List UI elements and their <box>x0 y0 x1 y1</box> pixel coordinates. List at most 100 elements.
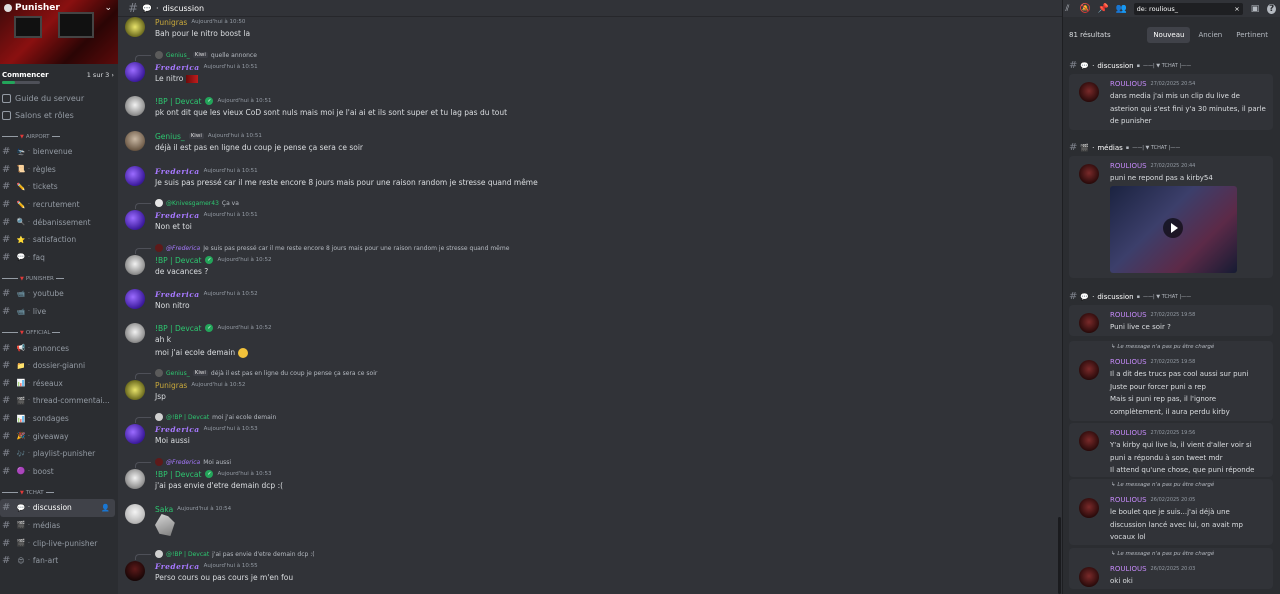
channel-débanissement[interactable]: # 🔍 · débanissement <box>0 213 118 231</box>
channel-rgles[interactable]: # 📜 · règles <box>0 161 118 179</box>
avatar[interactable] <box>125 289 145 309</box>
threads-icon[interactable]: ⫽ <box>1063 4 1072 14</box>
channel-thread-commentai[interactable]: # 🎬 · thread-commentai... <box>0 392 118 410</box>
avatar[interactable] <box>1079 360 1099 380</box>
author-name[interactable]: Genius_ <box>155 132 185 141</box>
search-result[interactable]: ↳ Le message n'a pas pu être chargé ROULI… <box>1069 479 1273 545</box>
channel-youtube[interactable]: # 📹 · youtube <box>0 285 118 303</box>
channel-dossier-gianni[interactable]: # 📁 · dossier-gianni <box>0 357 118 375</box>
reply-preview[interactable]: @Frederica Je suis pas pressé car il me r… <box>135 244 509 254</box>
avatar[interactable] <box>125 380 145 400</box>
result-section-header[interactable]: # 💬 · discussion ▪ ——| ▼ TCHAT |—— <box>1063 290 1280 303</box>
channel-sondages[interactable]: # 📊 · sondages <box>0 410 118 428</box>
members-icon[interactable]: 👥 <box>1116 4 1127 14</box>
author-name[interactable]: Frederica <box>155 425 200 434</box>
close-icon[interactable]: × <box>1234 5 1239 13</box>
channel-recrutement[interactable]: # ✏️ · recrutement <box>0 196 118 214</box>
result-author[interactable]: ROULIOUS <box>1110 80 1147 88</box>
result-author[interactable]: ROULIOUS <box>1110 162 1147 170</box>
search-result[interactable]: ↳ Le message n'a pas pu être chargé ROULI… <box>1069 341 1273 421</box>
reply-preview[interactable]: @Frederica Moi aussi <box>135 458 231 468</box>
avatar[interactable] <box>125 17 145 37</box>
author-name[interactable]: !BP | Devcat <box>155 470 201 479</box>
search-result[interactable]: ROULIOUS 27/02/2025 20:54 dans media j'ai … <box>1069 74 1273 130</box>
category-header-official[interactable]: ▼ OFFICIAL <box>0 326 118 339</box>
chevron-down-icon[interactable]: ⌄ <box>104 3 112 13</box>
channel-faq[interactable]: # 💬 · faq <box>0 249 118 267</box>
result-section-header[interactable]: # 💬 · discussion ▪ ——| ▼ TCHAT |—— <box>1063 59 1280 72</box>
sort-old-tab[interactable]: Ancien <box>1192 27 1228 43</box>
author-name[interactable]: !BP | Devcat <box>155 324 201 333</box>
sort-relevant-tab[interactable]: Pertinent <box>1230 27 1274 43</box>
avatar[interactable] <box>125 255 145 275</box>
result-author[interactable]: ROULIOUS <box>1110 358 1147 366</box>
author-name[interactable]: Punigras <box>155 18 187 27</box>
author-name[interactable]: Frederica <box>155 211 200 220</box>
search-input[interactable]: de: roulious_ × <box>1133 2 1243 15</box>
avatar[interactable] <box>125 166 145 186</box>
search-result[interactable]: ↳ Le message n'a pas pu être chargé ROULI… <box>1069 548 1273 589</box>
channel-satisfaction[interactable]: # ⭐ · satisfaction <box>0 231 118 249</box>
category-header-punisher[interactable]: ▼ PUNISHER <box>0 272 118 285</box>
reply-preview[interactable]: @!BP | Devcat j'ai pas envie d'etre demai… <box>135 550 315 560</box>
avatar[interactable] <box>1079 313 1099 333</box>
pin-icon[interactable]: 📌 <box>1098 4 1109 14</box>
channels-roles-link[interactable]: Salons et rôles <box>0 107 118 124</box>
category-header-airport[interactable]: ▼ AIRPORT <box>0 130 118 143</box>
avatar[interactable] <box>125 504 145 524</box>
add-user-icon[interactable]: 👤 <box>101 504 110 512</box>
mute-bell-icon[interactable]: 🔕 <box>1080 4 1091 14</box>
sticker-image[interactable] <box>155 514 175 536</box>
avatar[interactable] <box>125 561 145 581</box>
avatar[interactable] <box>125 131 145 151</box>
channel-fan-art[interactable]: # 😍 · fan-art <box>0 552 118 570</box>
author-name[interactable]: !BP | Devcat <box>155 97 201 106</box>
video-thumbnail[interactable] <box>1110 186 1237 273</box>
channel-giveaway[interactable]: # 🎉 · giveaway <box>0 427 118 445</box>
channel-discussion[interactable]: # 💬 · discussion 👤 <box>0 499 115 517</box>
avatar[interactable] <box>125 210 145 230</box>
server-banner[interactable]: Punisher ⌄ <box>0 0 118 64</box>
avatar[interactable] <box>125 323 145 343</box>
server-guide-link[interactable]: Guide du serveur <box>0 90 118 107</box>
play-icon[interactable] <box>1163 218 1183 238</box>
search-result[interactable]: ROULIOUS 27/02/2025 19:58 Puni live ce soi… <box>1069 305 1273 336</box>
category-header-tchat[interactable]: ▼ TCHAT <box>0 486 118 499</box>
sort-new-tab[interactable]: Nouveau <box>1147 27 1191 43</box>
channel-clip-live-punisher[interactable]: # 🎬 · clip-live-punisher <box>0 534 118 552</box>
avatar[interactable] <box>125 96 145 116</box>
avatar[interactable] <box>125 62 145 82</box>
result-author[interactable]: ROULIOUS <box>1110 496 1147 504</box>
result-section-header[interactable]: # 🎬 · médias ▪ ——| ▼ TCHAT |—— <box>1063 141 1280 154</box>
result-author[interactable]: ROULIOUS <box>1110 565 1147 573</box>
author-name[interactable]: Frederica <box>155 562 200 571</box>
author-name[interactable]: Punigras <box>155 381 187 390</box>
channel-tickets[interactable]: # ✏️ · tickets <box>0 178 118 196</box>
avatar[interactable] <box>125 469 145 489</box>
reply-preview[interactable]: @Knivesgamer43 Ça va <box>135 199 239 209</box>
onboarding-progress[interactable]: Commencer 1 sur 3 › <box>0 64 118 79</box>
search-result[interactable]: ROULIOUS 27/02/2025 19:56 Y'a kirby qui li… <box>1069 423 1273 477</box>
avatar[interactable] <box>125 424 145 444</box>
avatar[interactable] <box>1079 82 1099 102</box>
help-icon[interactable]: ? <box>1267 3 1276 14</box>
channel-réseaux[interactable]: # 📊 · réseaux <box>0 375 118 393</box>
avatar[interactable] <box>1079 567 1099 587</box>
chat-scrollbar[interactable] <box>1058 517 1061 594</box>
search-result[interactable]: ROULIOUS 27/02/2025 20:44 puni ne repond p… <box>1069 156 1273 278</box>
author-name[interactable]: Saka <box>155 505 173 514</box>
reply-preview[interactable]: Genius_ Kiwi quelle annonce <box>135 51 257 61</box>
channel-boost[interactable]: # 🟣 · boost <box>0 463 118 481</box>
avatar[interactable] <box>1079 431 1099 451</box>
server-name[interactable]: Punisher <box>4 3 60 13</box>
result-author[interactable]: ROULIOUS <box>1110 429 1147 437</box>
channel-playlist-punisher[interactable]: # 🎶 · playlist-punisher <box>0 445 118 463</box>
avatar[interactable] <box>1079 498 1099 518</box>
result-author[interactable]: ROULIOUS <box>1110 311 1147 319</box>
reply-preview[interactable]: Genius_ Kiwi déjà il est pas en ligne du c… <box>135 369 377 379</box>
avatar[interactable] <box>1079 164 1099 184</box>
author-name[interactable]: !BP | Devcat <box>155 256 201 265</box>
inbox-icon[interactable]: ▣ <box>1251 4 1260 14</box>
reply-preview[interactable]: @!BP | Devcat moi j'ai ecole demain <box>135 413 276 423</box>
channel-annonces[interactable]: # 📢 · annonces <box>0 339 118 357</box>
